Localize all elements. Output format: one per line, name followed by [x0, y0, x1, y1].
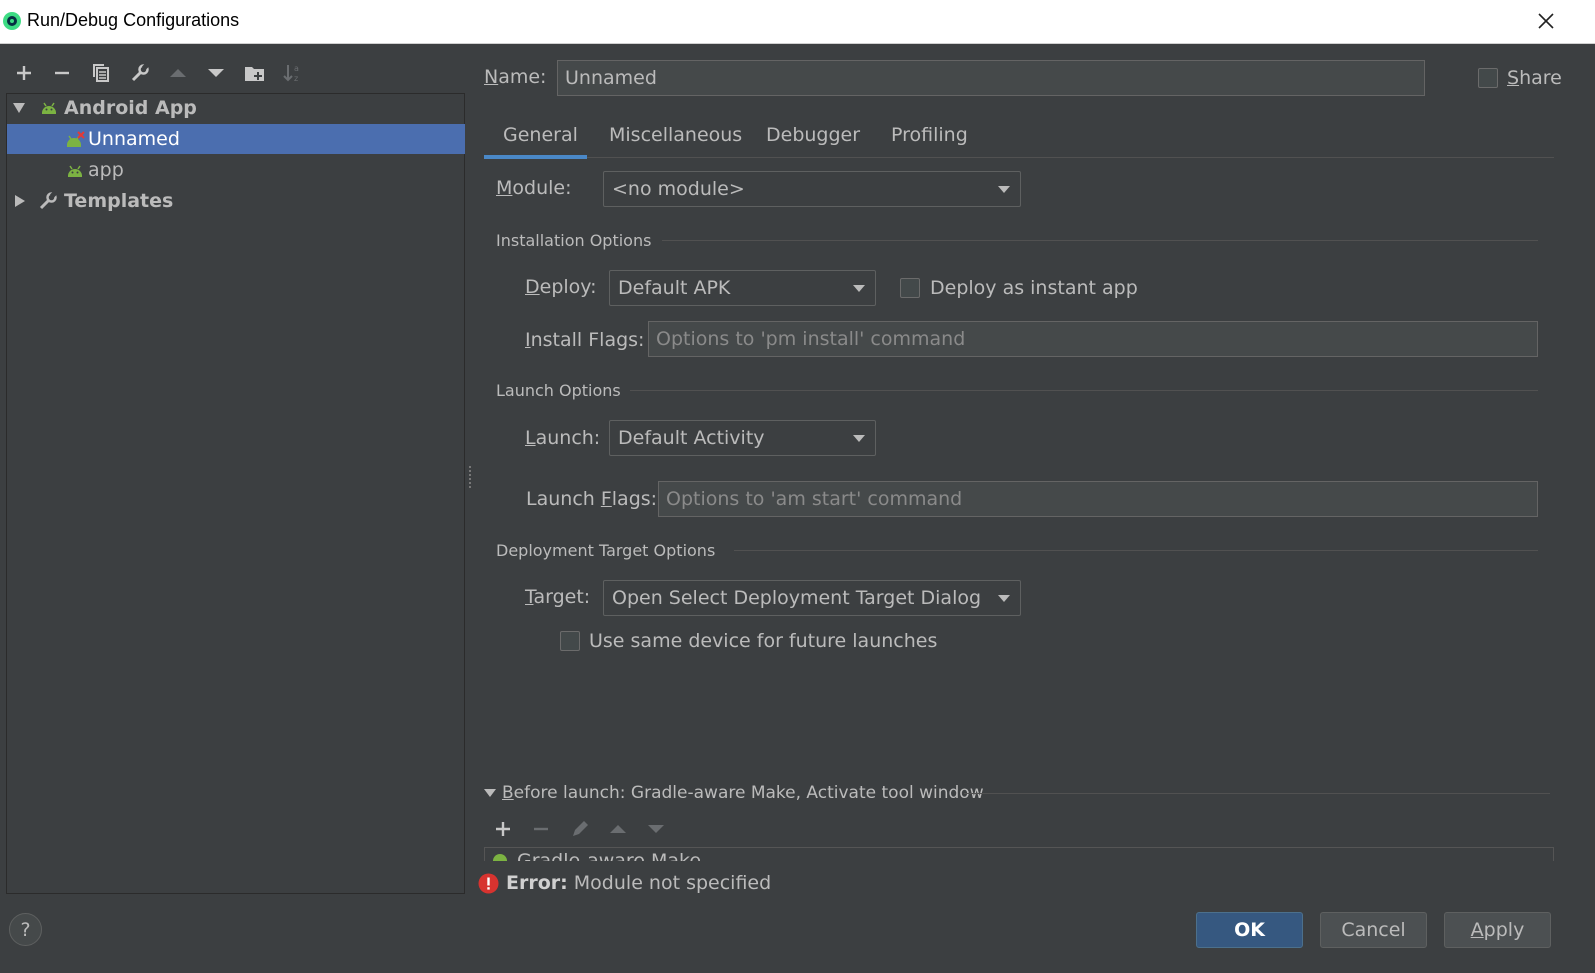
window-title: Run/Debug Configurations [27, 10, 240, 30]
launch-dropdown[interactable]: Default Activity [609, 420, 876, 456]
splitter-handle[interactable] [469, 466, 473, 488]
tree-item-label: Android App [64, 97, 197, 119]
apply-button[interactable]: Apply [1444, 912, 1551, 948]
error-message: Error: Module not specified [506, 872, 772, 894]
tree-item-label: app [88, 159, 124, 181]
new-folder-icon[interactable] [242, 60, 268, 86]
name-label: Name: [484, 66, 547, 88]
add-icon[interactable] [490, 816, 516, 842]
target-dropdown[interactable]: Open Select Deployment Target Dialog [603, 580, 1021, 616]
launch-value: Default Activity [618, 427, 765, 449]
tabs-divider [484, 157, 1554, 158]
same-device-label: Use same device for future launches [589, 630, 938, 652]
tree-item-app[interactable]: app [7, 155, 465, 185]
error-icon [478, 873, 499, 894]
list-item-label: Gradle-aware Make [517, 850, 702, 861]
section-divider [964, 793, 1550, 794]
tab-general[interactable]: General [503, 124, 578, 146]
tab-miscellaneous[interactable]: Miscellaneous [609, 124, 742, 146]
android-studio-icon [3, 12, 21, 30]
launch-options-title: Launch Options [496, 381, 621, 400]
name-input[interactable]: Unnamed [557, 60, 1425, 96]
tree-item-templates[interactable]: Templates [7, 186, 465, 216]
tab-debugger[interactable]: Debugger [766, 124, 860, 146]
svg-text:z: z [294, 74, 298, 83]
launch-flags-input[interactable]: Options to 'am start' command [658, 481, 1538, 517]
module-label: Module: [496, 177, 572, 199]
launch-flags-label: Launch Flags: [526, 488, 658, 510]
chevron-down-icon [853, 285, 865, 292]
remove-icon[interactable] [49, 60, 75, 86]
move-up-icon[interactable] [165, 60, 191, 86]
list-item[interactable]: Gradle-aware Make [491, 850, 701, 861]
install-flags-label: Install Flags: [525, 329, 645, 351]
deploy-value: Default APK [618, 277, 731, 299]
expand-arrow-icon[interactable] [12, 101, 26, 115]
tab-selected-indicator [484, 155, 587, 159]
tab-profiling[interactable]: Profiling [891, 124, 968, 146]
tree-item-label: Templates [64, 190, 174, 212]
android-icon [42, 102, 56, 114]
deployment-target-title: Deployment Target Options [496, 541, 716, 560]
launch-label: Launch: [525, 427, 601, 449]
move-down-icon[interactable] [203, 60, 229, 86]
same-device-checkbox[interactable] [560, 631, 580, 651]
wrench-icon[interactable] [127, 60, 153, 86]
instant-app-label: Deploy as instant app [930, 277, 1138, 299]
tree-item-label: Unnamed [88, 128, 180, 150]
chevron-down-icon [998, 186, 1010, 193]
tree-item-unnamed[interactable]: Unnamed [7, 124, 465, 154]
add-icon[interactable] [11, 60, 37, 86]
svg-text:a: a [294, 64, 299, 73]
title-bar: Run/Debug Configurations [0, 0, 1595, 44]
share-label: Share [1507, 67, 1562, 89]
wrench-icon [39, 191, 58, 210]
help-button[interactable]: ? [9, 913, 42, 946]
instant-app-checkbox[interactable] [900, 278, 920, 298]
ok-button[interactable]: OK [1196, 912, 1303, 948]
section-divider [630, 390, 1538, 391]
install-flags-input[interactable]: Options to 'pm install' command [648, 321, 1538, 357]
section-divider [734, 550, 1538, 551]
move-up-icon[interactable] [605, 816, 631, 842]
android-error-icon [67, 131, 85, 147]
target-label: Target: [525, 586, 591, 608]
sort-icon[interactable]: az [280, 60, 306, 86]
help-icon: ? [20, 918, 31, 941]
remove-icon[interactable] [528, 816, 554, 842]
before-launch-title: Before launch: Gradle-aware Make, Activa… [502, 783, 984, 803]
copy-icon[interactable] [88, 60, 114, 86]
deploy-label: Deploy: [525, 276, 597, 298]
before-launch-list: Gradle-aware Make [484, 847, 1554, 861]
collapse-arrow-icon[interactable] [13, 194, 27, 208]
section-divider [662, 240, 1538, 241]
android-icon [68, 165, 82, 177]
android-icon [493, 854, 507, 861]
edit-icon[interactable] [567, 816, 593, 842]
move-down-icon[interactable] [643, 816, 669, 842]
deploy-dropdown[interactable]: Default APK [609, 270, 876, 306]
collapse-arrow-icon[interactable] [484, 788, 496, 798]
tree-item-android-app[interactable]: Android App [7, 93, 465, 123]
target-value: Open Select Deployment Target Dialog [612, 587, 982, 609]
cancel-button[interactable]: Cancel [1320, 912, 1427, 948]
chevron-down-icon [998, 595, 1010, 602]
module-dropdown[interactable]: <no module> [603, 171, 1021, 207]
share-checkbox[interactable] [1478, 68, 1498, 88]
close-icon[interactable] [1533, 8, 1559, 34]
installation-options-title: Installation Options [496, 231, 652, 250]
module-value: <no module> [612, 178, 745, 200]
chevron-down-icon [853, 435, 865, 442]
